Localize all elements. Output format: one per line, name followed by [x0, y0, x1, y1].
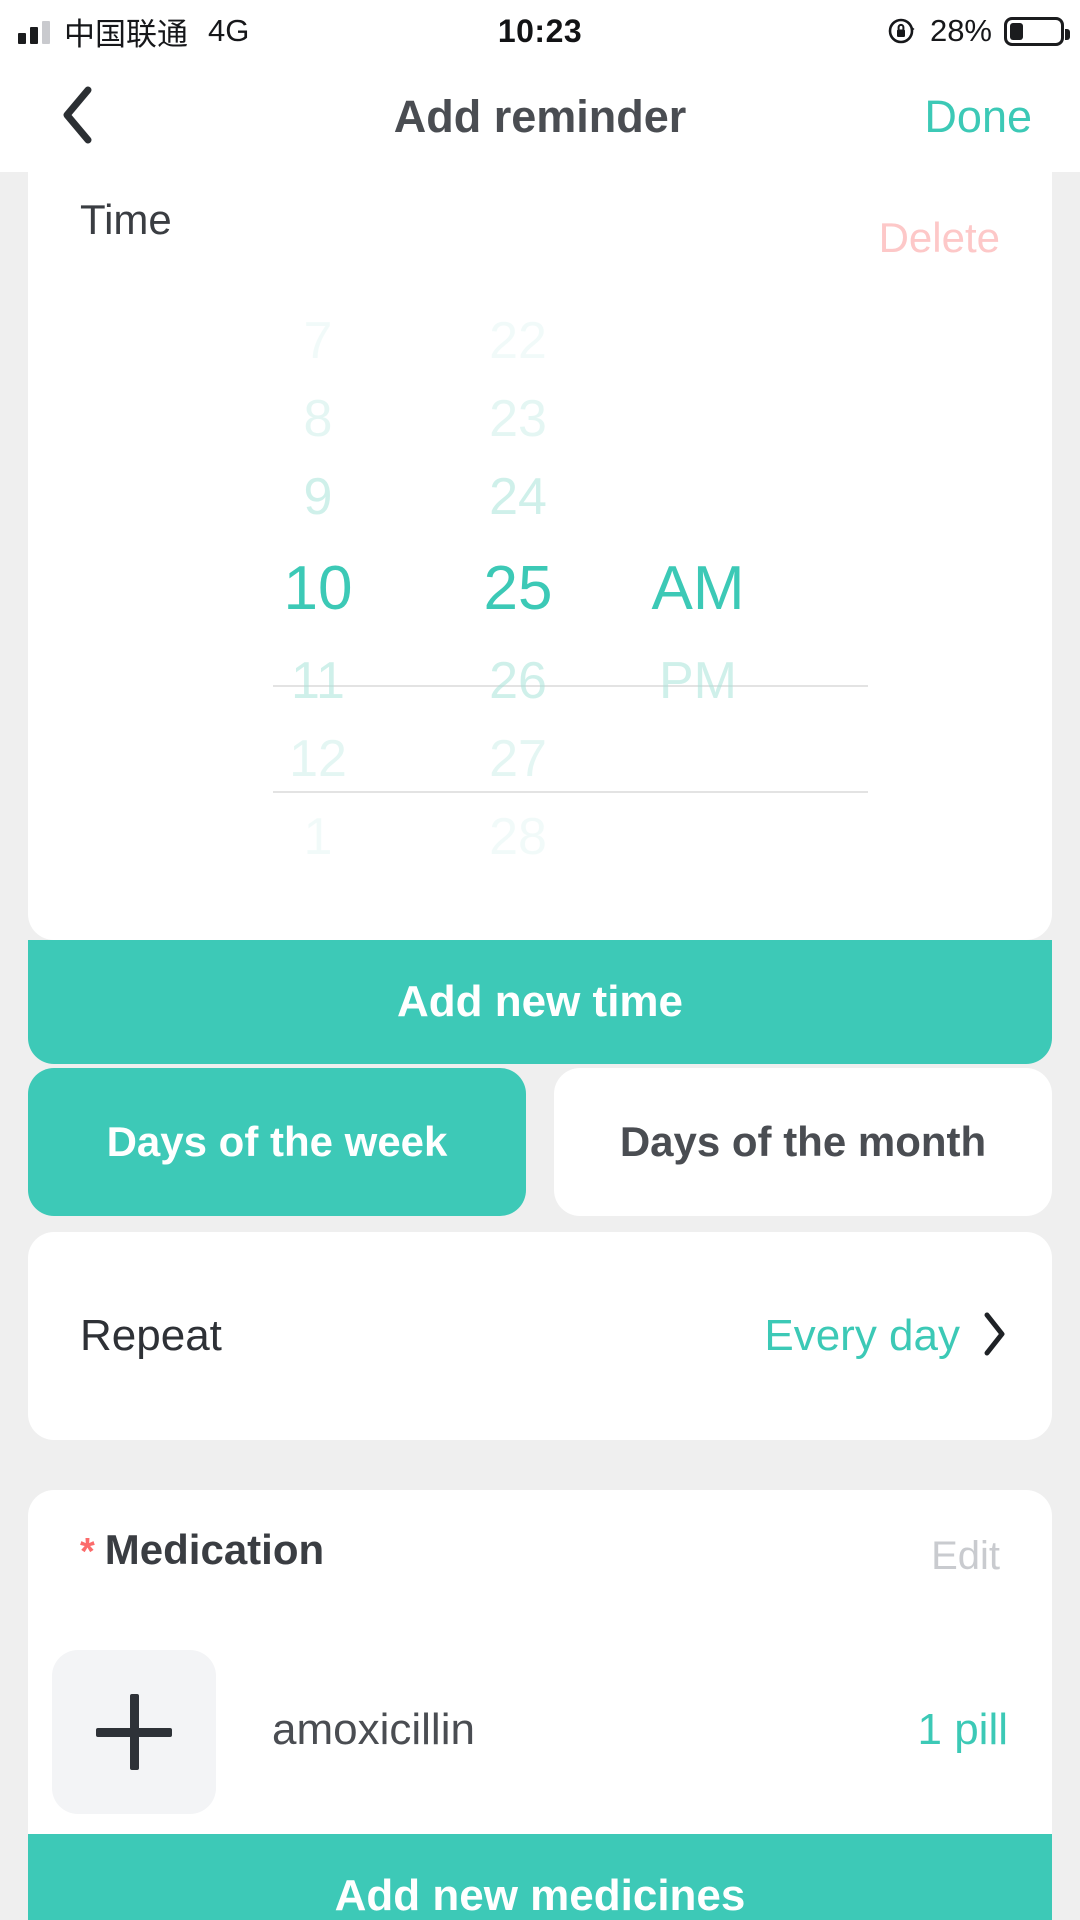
period-option-selected[interactable]: AM — [578, 536, 818, 642]
add-medication-icon-button[interactable] — [52, 1650, 216, 1814]
time-picker[interactable]: 7 8 9 10 11 12 1 22 23 24 25 26 27 28 AM… — [28, 302, 1052, 902]
medication-card: * Medication Edit amoxicillin 1 pill — [28, 1490, 1052, 1834]
time-section-label: Time — [80, 196, 172, 243]
page-title: Add reminder — [393, 91, 687, 142]
add-new-time-button[interactable]: Add new time — [28, 940, 1052, 1064]
plus-icon — [96, 1694, 172, 1770]
status-bar-right: 28% — [886, 0, 1070, 62]
required-marker: * — [80, 1531, 95, 1573]
edit-medication-button[interactable]: Edit — [931, 1534, 1000, 1579]
chevron-right-icon — [982, 1311, 1008, 1362]
battery-icon — [1004, 16, 1070, 46]
repeat-card[interactable]: Repeat Every day — [28, 1232, 1052, 1440]
medication-list-item[interactable]: amoxicillin 1 pill — [28, 1640, 1052, 1820]
repeat-label: Repeat — [80, 1311, 222, 1360]
tab-days-of-the-month[interactable]: Days of the month — [554, 1068, 1052, 1216]
repeat-selector[interactable]: Every day — [764, 1232, 1008, 1440]
period-picker-column[interactable]: AM PM — [578, 302, 818, 902]
period-option[interactable]: PM — [578, 642, 818, 720]
time-card: Time Delete 7 8 9 10 11 12 1 22 23 24 25… — [28, 172, 1052, 940]
repeat-value: Every day — [764, 1311, 960, 1360]
tab-days-of-the-week[interactable]: Days of the week — [28, 1068, 526, 1216]
medication-title: * Medication — [80, 1526, 324, 1574]
navigation-bar: Add reminder Done — [0, 62, 1080, 172]
medication-title-text: Medication — [104, 1526, 325, 1573]
status-bar: 中国联通 4G 10:23 28% — [0, 0, 1080, 62]
delete-time-button[interactable]: Delete — [879, 214, 1000, 262]
phone-screen: 中国联通 4G 10:23 28% Add reminder Done Time… — [0, 0, 1080, 1920]
medication-name: amoxicillin — [272, 1705, 475, 1754]
battery-percent: 28% — [929, 13, 992, 48]
rotation-lock-icon — [886, 15, 918, 47]
add-new-medicines-button[interactable]: Add new medicines — [28, 1834, 1052, 1920]
done-button[interactable]: Done — [924, 62, 1032, 172]
medication-dose[interactable]: 1 pill — [918, 1640, 1009, 1820]
